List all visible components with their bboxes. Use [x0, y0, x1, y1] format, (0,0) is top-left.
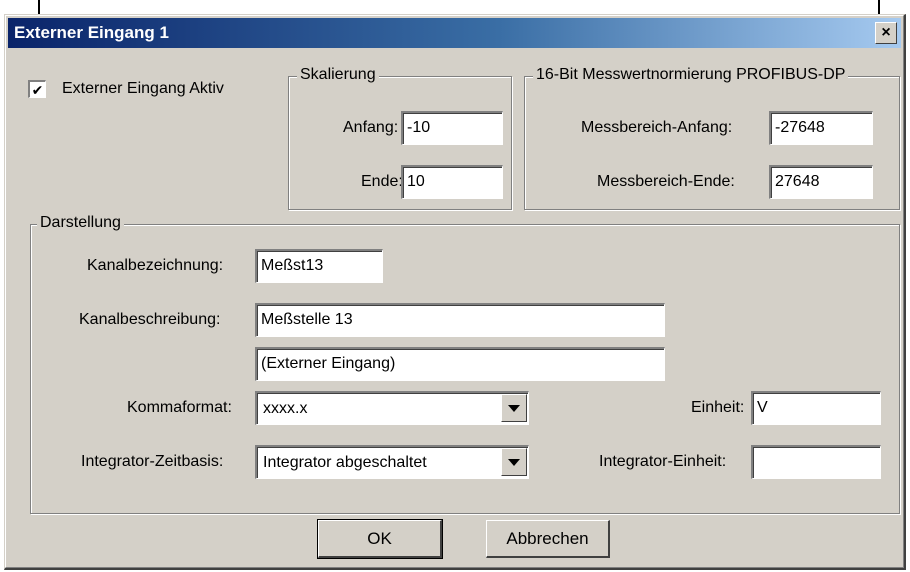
- callout-line-left: [38, 0, 40, 14]
- ende-input[interactable]: 10: [401, 165, 503, 199]
- skalierung-legend: Skalierung: [297, 66, 379, 84]
- kanalbezeichnung-input[interactable]: Meßst13: [255, 249, 383, 283]
- messbereich-anfang-input[interactable]: -27648: [769, 111, 873, 145]
- active-checkbox-label[interactable]: Externer Eingang Aktiv: [62, 80, 224, 98]
- cancel-button[interactable]: Abbrechen: [486, 520, 610, 558]
- integrator-einheit-label: Integrator-Einheit:: [599, 453, 727, 470]
- kommaformat-value: xxxx.x: [263, 400, 308, 417]
- messbereich-ende-input[interactable]: 27648: [769, 165, 873, 199]
- ok-button[interactable]: OK: [317, 519, 443, 559]
- zeitbasis-value: Integrator abgeschaltet: [263, 454, 427, 471]
- kommaformat-dropdown-button[interactable]: [501, 394, 527, 422]
- dialog-window: Externer Eingang 1 × ✔ Externer Eingang …: [4, 14, 906, 570]
- kanalbeschreibung-input-1[interactable]: Meßstelle 13: [255, 303, 665, 337]
- integrator-einheit-input[interactable]: [751, 445, 881, 479]
- skalierung-group: Skalierung Anfang: -10 Ende: 10: [288, 66, 512, 210]
- kanalbeschreibung-label: Kanalbeschreibung:: [79, 311, 221, 328]
- ok-button-label: OK: [367, 528, 392, 548]
- kommaformat-select[interactable]: xxxx.x: [255, 391, 529, 425]
- messbereich-anfang-label: Messbereich-Anfang:: [581, 119, 733, 136]
- window-title: Externer Eingang 1: [14, 23, 169, 42]
- zeitbasis-select[interactable]: Integrator abgeschaltet: [255, 445, 529, 479]
- zeitbasis-dropdown-button[interactable]: [501, 448, 527, 476]
- zeitbasis-label: Integrator-Zeitbasis:: [81, 453, 224, 470]
- darstellung-group: Darstellung Kanalbezeichnung: Meßst13 Ka…: [30, 214, 900, 514]
- normierung-legend: 16-Bit Messwertnormierung PROFIBUS-DP: [533, 66, 849, 84]
- darstellung-legend: Darstellung: [37, 214, 124, 232]
- ende-label: Ende:: [361, 173, 403, 190]
- messbereich-ende-label: Messbereich-Ende:: [597, 173, 735, 190]
- active-checkbox[interactable]: ✔: [28, 80, 46, 98]
- close-icon: ×: [881, 24, 891, 41]
- einheit-label: Einheit:: [691, 399, 745, 416]
- anfang-input[interactable]: -10: [401, 111, 503, 145]
- chevron-down-icon: [508, 404, 520, 412]
- kanalbezeichnung-label: Kanalbezeichnung:: [87, 257, 224, 274]
- einheit-input[interactable]: V: [751, 391, 881, 425]
- title-bar[interactable]: Externer Eingang 1 ×: [8, 18, 901, 48]
- close-button[interactable]: ×: [875, 22, 897, 44]
- callout-line-right: [878, 0, 880, 14]
- kommaformat-label: Kommaformat:: [127, 399, 232, 416]
- anfang-label: Anfang:: [343, 119, 399, 136]
- dialog-frame: Externer Eingang 1 × ✔ Externer Eingang …: [5, 15, 904, 568]
- kanalbeschreibung-input-2[interactable]: (Externer Eingang): [255, 347, 665, 381]
- check-icon: ✔: [31, 81, 44, 98]
- cancel-button-label: Abbrechen: [506, 528, 589, 548]
- normierung-group: 16-Bit Messwertnormierung PROFIBUS-DP Me…: [524, 66, 900, 210]
- chevron-down-icon: [508, 458, 520, 466]
